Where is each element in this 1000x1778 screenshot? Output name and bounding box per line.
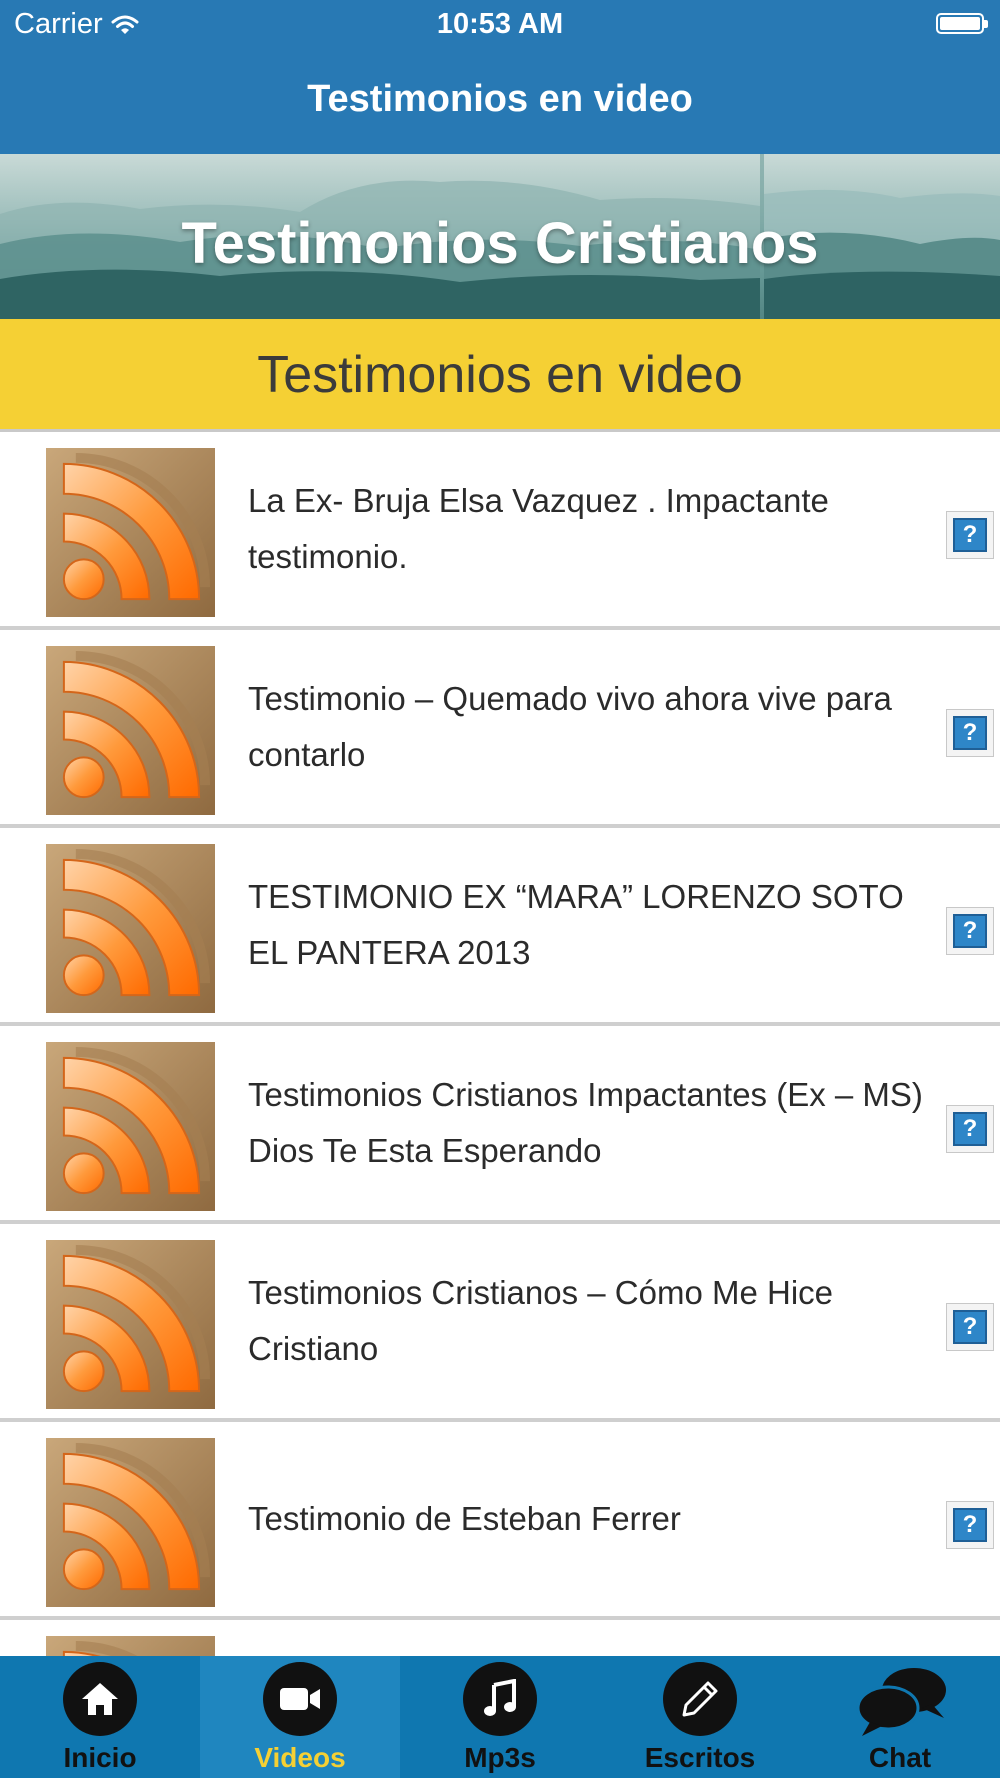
battery-icon (936, 13, 988, 34)
rss-icon (46, 646, 215, 815)
navigation-bar: Carrier 10:53 AM Testimonios en video (0, 0, 1000, 154)
rss-icon (46, 448, 215, 617)
banner-title: Testimonios Cristianos (181, 211, 819, 276)
list-item[interactable]: Testimonios Cristianos – Cómo Me Hice Cr… (0, 1224, 1000, 1422)
video-list[interactable]: La Ex- Bruja Elsa Vazquez . Impactante t… (0, 432, 1000, 1656)
tab-mp3s[interactable]: Mp3s (400, 1656, 600, 1778)
rss-icon (46, 1438, 215, 1607)
tab-chat[interactable]: Chat (800, 1656, 1000, 1778)
help-icon: ? (953, 716, 987, 750)
tab-label: Chat (868, 1742, 932, 1773)
help-button[interactable]: ? (946, 1303, 994, 1351)
list-item[interactable]: TESTIMONIO EX “MARA” LORENZO SOTO EL PAN… (0, 828, 1000, 1026)
list-item[interactable]: Testimonio de Esteban Ferrer ? (0, 1422, 1000, 1620)
help-icon: ? (953, 518, 987, 552)
help-button[interactable]: ? (946, 1501, 994, 1549)
tab-escritos[interactable]: Escritos (600, 1656, 800, 1778)
help-icon: ? (953, 1112, 987, 1146)
list-item[interactable]: Testimonios Cristianos Impactantes (Ex –… (0, 1026, 1000, 1224)
section-header: Testimonios en video (0, 319, 1000, 432)
tab-label: Escritos (644, 1742, 756, 1773)
tab-label: Mp3s (464, 1742, 536, 1773)
tab-videos[interactable]: Videos (200, 1656, 400, 1778)
list-item-title: Testimonios Cristianos – Cómo Me Hice Cr… (248, 1274, 834, 1367)
home-icon (63, 1662, 137, 1736)
list-item[interactable]: Testimonio – Quemado vivo ahora vive par… (0, 630, 1000, 828)
rss-icon (46, 844, 215, 1013)
tab-inicio[interactable]: Inicio (0, 1656, 200, 1778)
help-icon: ? (953, 1508, 987, 1542)
help-button[interactable]: ? (946, 511, 994, 559)
list-item-title (248, 1620, 938, 1656)
status-bar: Carrier 10:53 AM (0, 0, 1000, 50)
tab-label: Inicio (63, 1742, 137, 1773)
help-icon: ? (953, 1310, 987, 1344)
list-item-title: TESTIMONIO EX “MARA” LORENZO SOTO EL PAN… (248, 878, 904, 971)
help-icon: ? (953, 914, 987, 948)
list-item-title: Testimonios Cristianos Impactantes (Ex –… (248, 1076, 923, 1169)
list-item-title: Testimonio de Esteban Ferrer (248, 1500, 681, 1537)
help-button[interactable]: ? (946, 1105, 994, 1153)
music-note-icon (463, 1662, 537, 1736)
video-camera-icon (263, 1662, 337, 1736)
rss-icon (46, 1636, 215, 1656)
list-item[interactable] (0, 1620, 1000, 1656)
rss-icon (46, 1240, 215, 1409)
pencil-icon (663, 1662, 737, 1736)
status-time: 10:53 AM (436, 8, 564, 40)
header-banner: Testimonios Cristianos (0, 154, 1000, 319)
help-button[interactable]: ? (946, 709, 994, 757)
list-item[interactable]: La Ex- Bruja Elsa Vazquez . Impactante t… (0, 432, 1000, 630)
tab-bar: Inicio Videos Mp3s Escritos Chat (0, 1656, 1000, 1778)
section-title: Testimonios en video (257, 346, 743, 404)
help-button[interactable]: ? (946, 907, 994, 955)
rss-icon (46, 1042, 215, 1211)
list-item-title: Testimonio – Quemado vivo ahora vive par… (248, 680, 892, 773)
list-item-title: La Ex- Bruja Elsa Vazquez . Impactante t… (248, 482, 829, 575)
tab-label: Videos (254, 1742, 346, 1773)
page-title: Testimonios en video (307, 78, 693, 120)
chat-bubbles-icon (856, 1668, 946, 1736)
